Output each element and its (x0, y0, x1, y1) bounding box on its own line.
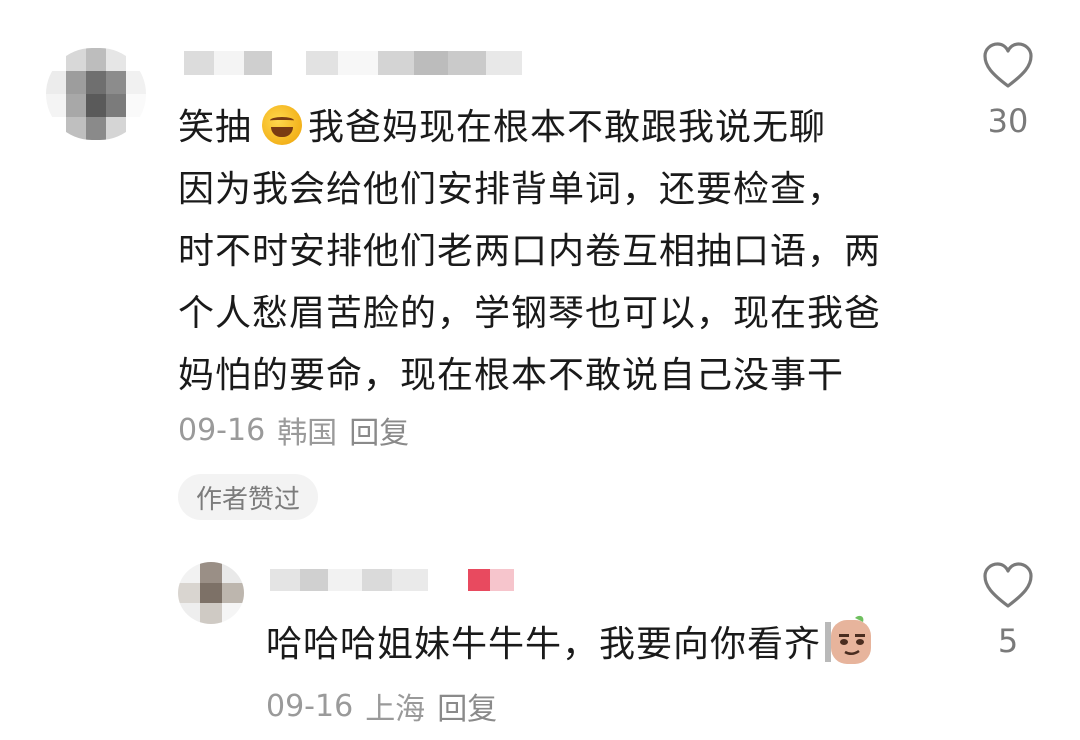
comment-date: 09-16 (178, 412, 266, 448)
comment-text-line: 笑抽 (178, 107, 253, 148)
reply-button[interactable]: 回复 (437, 684, 497, 728)
avatar[interactable] (46, 48, 146, 140)
username-redacted[interactable] (270, 566, 540, 594)
comment-text-line: 妈怕的要命，现在根本不敢说自己没事干 (178, 355, 845, 396)
like-control: 5 (968, 562, 1048, 660)
laughing-emoji-icon (262, 105, 303, 145)
like-control: 30 (968, 42, 1048, 140)
reply-button[interactable]: 回复 (349, 408, 409, 452)
like-count: 5 (997, 622, 1019, 660)
comment-date: 09-16 (266, 688, 354, 724)
comment-location: 韩国 (277, 416, 338, 451)
comment-text-line: 时不时安排他们老两口内卷互相抽口语，两 (178, 231, 882, 272)
author-liked-badge: 作者赞过 (178, 474, 319, 520)
like-count: 30 (987, 102, 1029, 140)
heart-outline-icon[interactable] (982, 562, 1034, 610)
comment-list: 笑抽 我爸妈现在根本不敢跟我说无聊 因为我会给他们安排背单词，还要检查， 时不时安… (0, 0, 1080, 740)
avatar[interactable] (178, 562, 244, 624)
comment-text-line: 个人愁眉苦脸的，学钢琴也可以，现在我爸 (178, 293, 882, 334)
username-redacted[interactable] (184, 48, 534, 78)
heart-outline-icon[interactable] (982, 42, 1034, 90)
comment-text: 笑抽 我爸妈现在根本不敢跟我说无聊 因为我会给他们安排背单词，还要检查， 时不时安… (178, 97, 948, 407)
comment-location: 上海 (365, 692, 426, 727)
smirking-sticker-icon (825, 614, 877, 666)
comment-meta: 09-16 上海 回复 (266, 684, 497, 728)
comment-text-line: 哈哈哈姐妹牛牛牛，我要向你看齐 (266, 624, 822, 665)
comment-text-line: 我爸妈现在根本不敢跟我说无聊 (308, 107, 827, 148)
comment-text-line: 因为我会给他们安排背单词，还要检查， (178, 169, 845, 210)
comment-text: 哈哈哈姐妹牛牛牛，我要向你看齐 (266, 614, 877, 675)
comment-meta: 09-16 韩国 回复 (178, 408, 409, 452)
